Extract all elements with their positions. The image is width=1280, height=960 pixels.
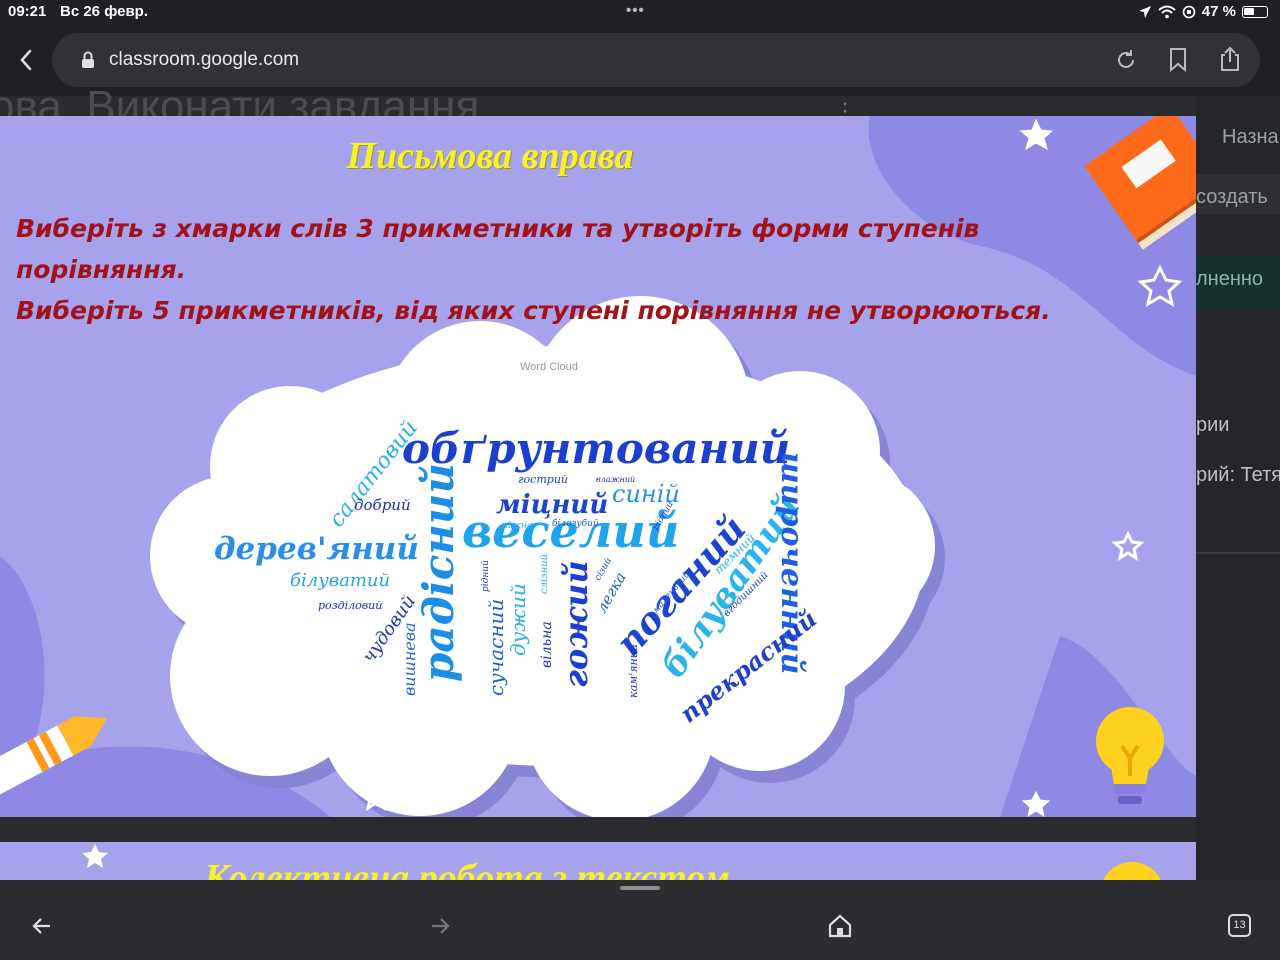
- next-slide-title: Колективна робота з текстом: [204, 857, 730, 882]
- slide-title: Письмова вправа: [346, 135, 634, 177]
- battery-icon: [1242, 5, 1268, 18]
- status-icons: 47 %: [1138, 3, 1268, 20]
- url-bar[interactable]: classroom.google.com: [52, 33, 1260, 87]
- word-cloud-word: влажний: [596, 475, 636, 484]
- word-cloud-word: міцний: [496, 490, 609, 520]
- word-cloud-word: рідний: [481, 560, 491, 592]
- location-icon: [1138, 5, 1151, 18]
- word-cloud-word: білозубий: [552, 519, 599, 529]
- home-indicator: [620, 886, 660, 890]
- star-icon: [82, 844, 108, 868]
- word-cloud-word: дужий: [506, 583, 530, 656]
- status-time: 09:21: [8, 3, 47, 20]
- word-cloud-word: ніжна: [502, 521, 533, 531]
- side-panel: Назна создать лненно рии рий: Тетя: [1196, 96, 1280, 880]
- side-item-create[interactable]: создать: [1196, 186, 1268, 209]
- slide-image: Письмова вправа Виберіть з хмарки слів 3…: [0, 116, 1196, 817]
- tabs-icon[interactable]: 13: [1228, 914, 1251, 937]
- multitask-dots[interactable]: •••: [626, 2, 645, 19]
- next-slide: Колективна робота з текстом: [0, 842, 1196, 882]
- battery-percent: 47 %: [1201, 3, 1236, 20]
- wifi-icon: [1158, 5, 1176, 18]
- word-cloud-word: сучасний: [484, 598, 508, 696]
- word-cloud-word: радісний: [414, 462, 463, 682]
- word-cloud-word: слізний: [539, 553, 550, 594]
- word-cloud-word: добрий: [354, 496, 411, 514]
- word-cloud-word: дерев'яний: [214, 531, 419, 567]
- lock-icon: [82, 51, 94, 68]
- back-arrow-icon[interactable]: [28, 912, 56, 940]
- orientation-lock-icon: [1182, 5, 1196, 18]
- word-cloud-word: білуватий: [290, 570, 391, 591]
- task-line-1: Виберіть з хмарки слів 3 прикметники та …: [16, 214, 980, 243]
- bookmark-icon[interactable]: [1168, 47, 1188, 73]
- word-cloud-word: вільна: [539, 621, 555, 668]
- url-text: classroom.google.com: [109, 49, 300, 70]
- word-cloud-word: кам'яний: [627, 644, 640, 698]
- side-item-assign[interactable]: Назна: [1222, 126, 1279, 149]
- task-line-3: Виберіть 5 прикметників, від яких ступен…: [16, 296, 1051, 325]
- word-cloud-word: гожий: [557, 560, 595, 688]
- home-icon[interactable]: [826, 912, 854, 940]
- back-icon[interactable]: [16, 47, 36, 73]
- side-item-comments: рии: [1196, 414, 1230, 436]
- share-icon[interactable]: [1218, 45, 1242, 73]
- side-item-done[interactable]: лненно: [1196, 268, 1263, 291]
- word-cloud-word: гострий: [518, 473, 568, 486]
- task-line-2: порівняння.: [16, 255, 187, 284]
- bottom-toolbar: [0, 880, 1280, 960]
- word-cloud-word: вишнева: [400, 622, 419, 696]
- lightbulb-icon: [1100, 862, 1164, 882]
- reload-icon[interactable]: [1114, 48, 1138, 72]
- word-cloud-label: Word Cloud: [520, 361, 578, 373]
- side-item-author: рий: Тетя: [1196, 464, 1280, 486]
- word-cloud-word: розділовий: [318, 599, 383, 612]
- status-bar: 09:21 Вс 26 февр. ••• 47 %: [0, 0, 1280, 26]
- status-date: Вс 26 февр.: [60, 3, 149, 20]
- forward-arrow-icon[interactable]: [426, 912, 454, 940]
